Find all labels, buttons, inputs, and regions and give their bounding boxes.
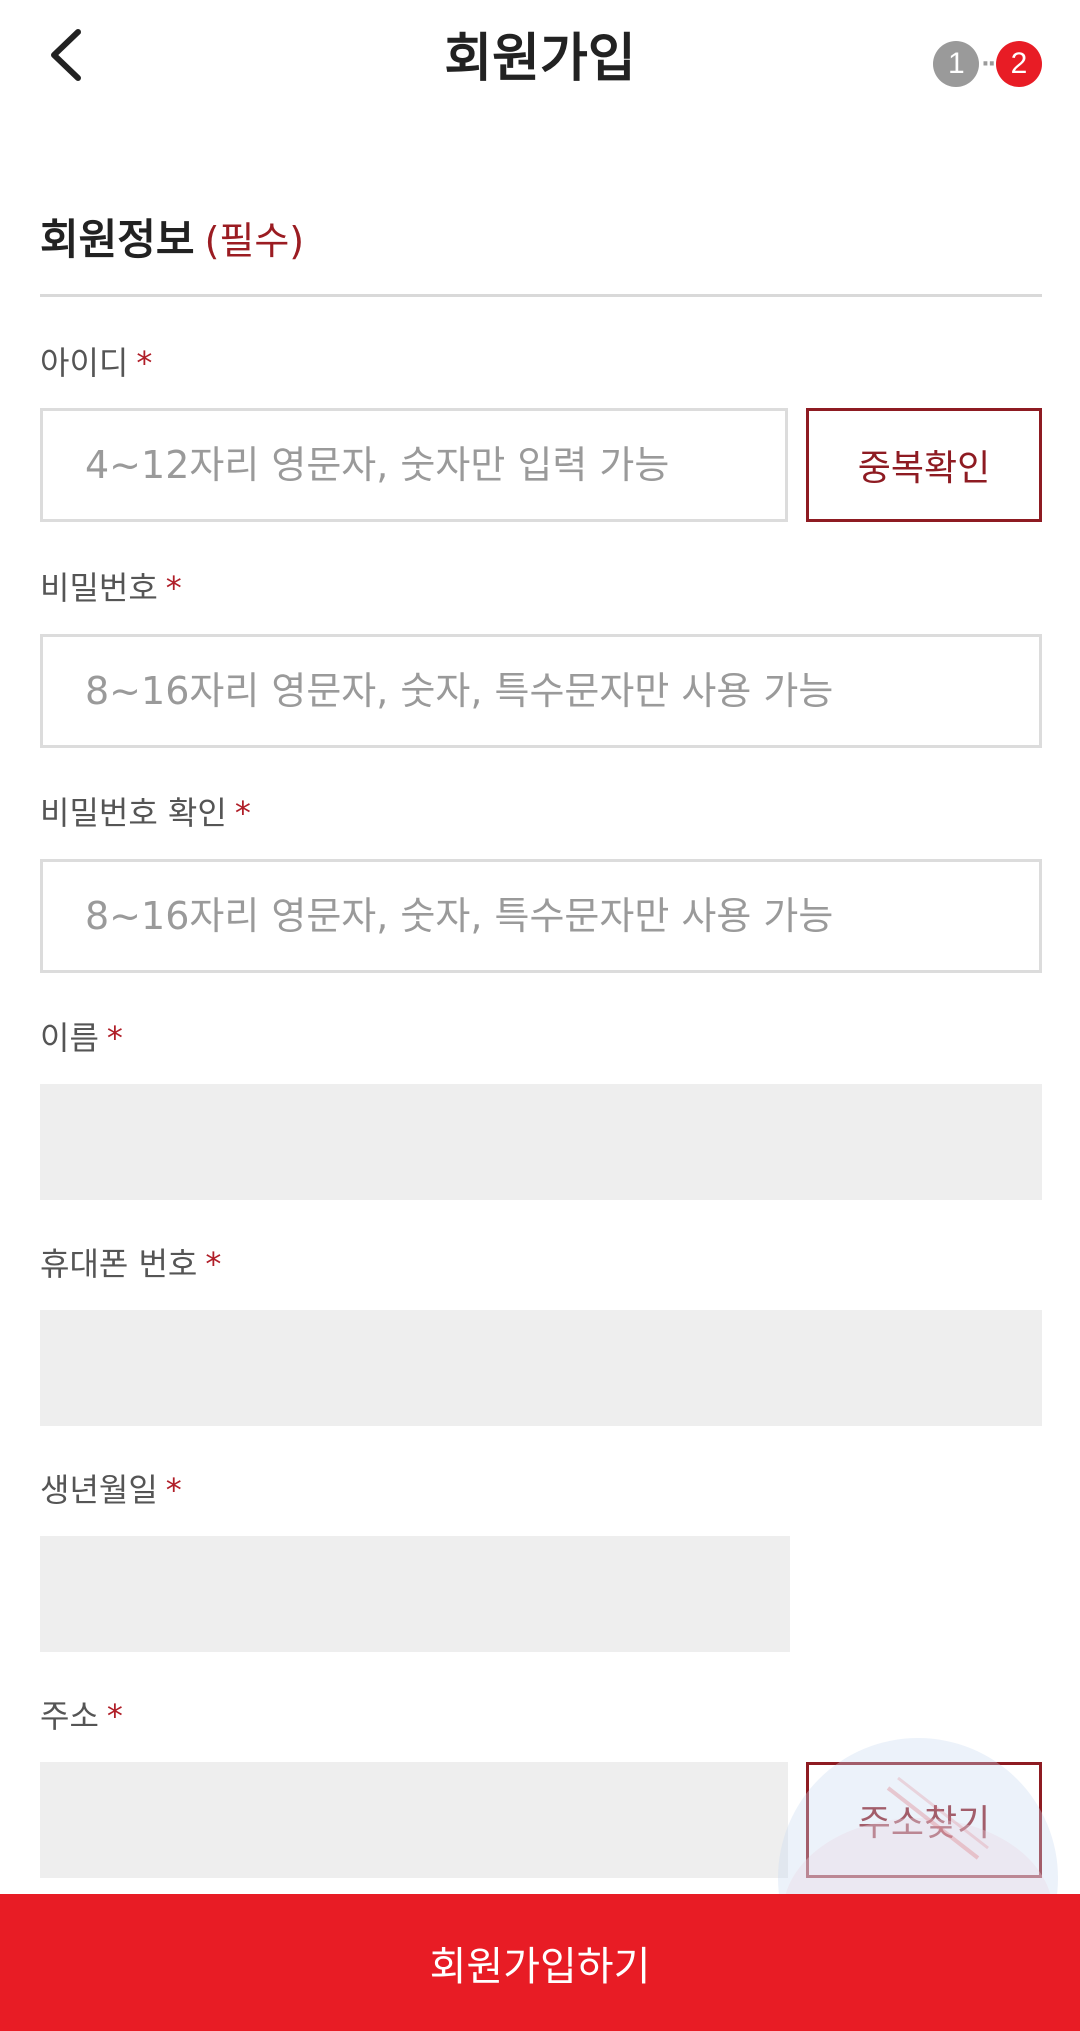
name-required-mark: * xyxy=(106,1019,123,1057)
birthdate-label: 생년월일 * xyxy=(40,1468,182,1512)
id-input[interactable] xyxy=(40,408,788,522)
name-label-text: 이름 xyxy=(40,1019,99,1057)
step-connector: ·· xyxy=(981,51,996,77)
chevron-left-icon xyxy=(51,29,81,81)
section-title-text: 회원정보 xyxy=(40,215,195,264)
step-indicator: 1 ·· 2 xyxy=(933,40,1042,88)
address-label: 주소 * xyxy=(40,1694,123,1738)
back-button[interactable] xyxy=(40,22,100,92)
password-input[interactable] xyxy=(40,634,1042,748)
password-confirm-label-text: 비밀번호 확인 xyxy=(40,794,227,832)
id-required-mark: * xyxy=(136,344,153,382)
password-label: 비밀번호 * xyxy=(40,566,182,610)
password-confirm-required-mark: * xyxy=(234,794,251,832)
birthdate-label-text: 생년월일 xyxy=(40,1471,158,1509)
id-label-text: 아이디 xyxy=(40,344,129,382)
name-input[interactable] xyxy=(40,1084,1042,1200)
address-search-button[interactable]: 주소찾기 xyxy=(806,1762,1042,1878)
birthdate-required-mark: * xyxy=(165,1471,182,1509)
phone-label-text: 휴대폰 번호 xyxy=(40,1245,198,1283)
phone-input[interactable] xyxy=(40,1310,1042,1426)
section-title: 회원정보 (필수) xyxy=(40,210,304,271)
name-label: 이름 * xyxy=(40,1016,123,1060)
address-label-text: 주소 xyxy=(40,1697,99,1735)
password-required-mark: * xyxy=(165,569,182,607)
page-title: 회원가입 xyxy=(444,29,636,89)
address-input[interactable] xyxy=(40,1762,788,1878)
step-2-badge: 2 xyxy=(996,41,1042,87)
signup-submit-button[interactable]: 회원가입하기 xyxy=(0,1894,1080,2031)
step-1-badge: 1 xyxy=(933,41,980,87)
phone-label: 휴대폰 번호 * xyxy=(40,1242,221,1286)
app-header: 회원가입 1 ·· 2 xyxy=(0,0,1080,120)
address-required-mark: * xyxy=(106,1697,123,1735)
id-label: 아이디 * xyxy=(40,341,152,385)
duplicate-check-button[interactable]: 중복확인 xyxy=(806,408,1042,522)
password-confirm-label: 비밀번호 확인 * xyxy=(40,791,251,835)
section-divider xyxy=(40,294,1042,297)
phone-required-mark: * xyxy=(205,1245,222,1283)
password-confirm-input[interactable] xyxy=(40,859,1042,973)
password-label-text: 비밀번호 xyxy=(40,569,158,607)
birthdate-input[interactable] xyxy=(40,1536,790,1652)
required-note: (필수) xyxy=(204,219,305,263)
